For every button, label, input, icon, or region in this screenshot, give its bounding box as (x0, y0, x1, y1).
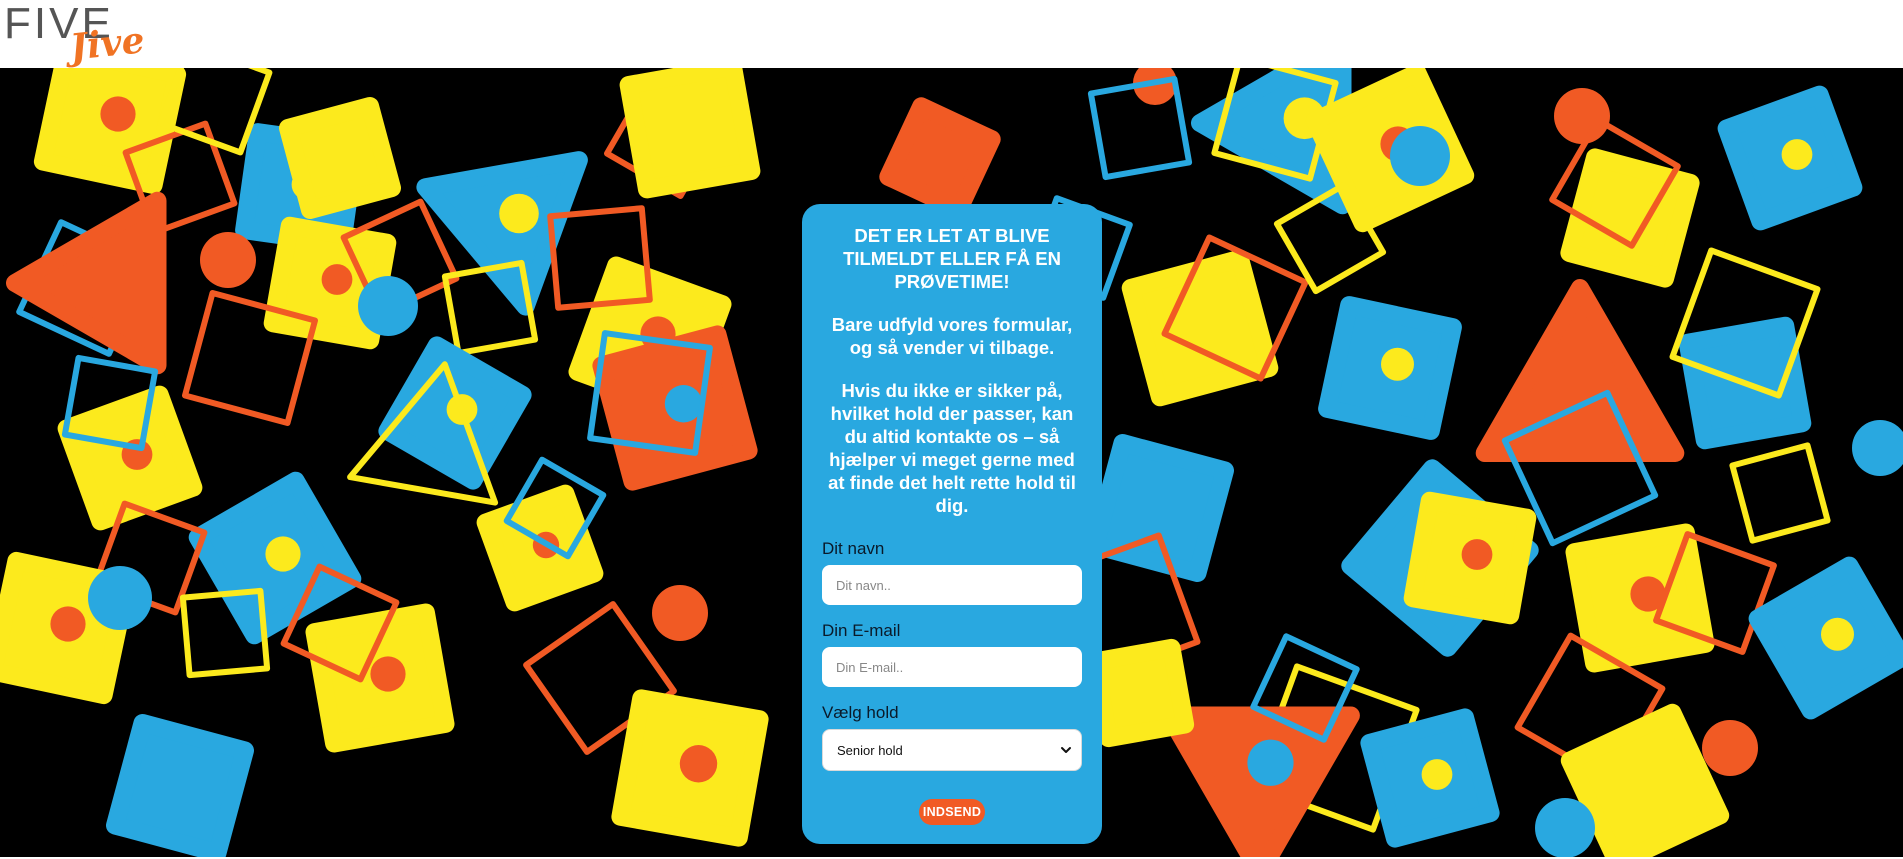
pattern-dot (1461, 539, 1493, 570)
signup-heading: DET ER LET AT BLIVE TILMELDT ELLER FÅ EN… (843, 225, 1061, 292)
pattern-shape (619, 68, 761, 199)
email-input[interactable] (822, 647, 1082, 687)
pattern-circle (358, 276, 418, 336)
pattern-dot (664, 385, 703, 423)
pattern-circle (1702, 720, 1758, 776)
pattern-circle (200, 232, 256, 288)
pattern-shape (106, 714, 254, 857)
pattern-shape (1085, 638, 1195, 748)
pattern-dot (265, 536, 301, 572)
pattern-dot (100, 96, 136, 132)
pattern-circle (652, 585, 708, 641)
site-header: FIVE Jive (0, 0, 1903, 69)
pattern-circle (88, 566, 152, 630)
pattern-dot (499, 193, 539, 234)
pattern-shape (279, 97, 401, 219)
pattern-circle (1390, 126, 1450, 186)
pattern-outline-shape (1729, 442, 1831, 544)
pattern-dot (1381, 347, 1414, 381)
pattern-dot (321, 264, 353, 295)
hero-pattern-section: DET ER LET AT BLIVE TILMELDT ELLER FÅ EN… (0, 68, 1903, 857)
pattern-shape (879, 97, 1001, 219)
pattern-circle (1535, 798, 1595, 857)
pattern-shape (1475, 279, 1685, 462)
name-label: Dit navn (822, 539, 885, 558)
chevron-down-icon (1061, 747, 1071, 753)
pattern-dot (679, 745, 718, 783)
team-select-value: Senior hold (837, 742, 903, 758)
logo-text-jive: Jive (68, 19, 147, 69)
pattern-dot (1421, 759, 1453, 790)
signup-intro: Bare udfyld vores formular, og så vender… (831, 314, 1073, 358)
pattern-dot (50, 606, 86, 642)
team-label: Vælg hold (822, 703, 899, 722)
pattern-dot (1781, 139, 1813, 170)
pattern-circle (1554, 88, 1610, 144)
pattern-dot (1821, 617, 1854, 651)
pattern-shape (1121, 249, 1279, 407)
submit-button[interactable]: INDSEND (919, 799, 985, 825)
pattern-dot (1247, 739, 1294, 786)
name-input[interactable] (822, 565, 1082, 605)
pattern-circle (1852, 420, 1903, 476)
five-jive-logo[interactable]: FIVE Jive (4, 2, 147, 69)
pattern-outline-shape (182, 290, 318, 426)
pattern-dot (370, 656, 406, 692)
team-select[interactable]: Senior hold (822, 729, 1082, 771)
signup-card: DET ER LET AT BLIVE TILMELDT ELLER FÅ EN… (802, 204, 1102, 844)
signup-help-text: Hvis du ikke er sikker på, hvilket hold … (828, 380, 1076, 516)
email-label: Din E-mail (822, 621, 901, 640)
